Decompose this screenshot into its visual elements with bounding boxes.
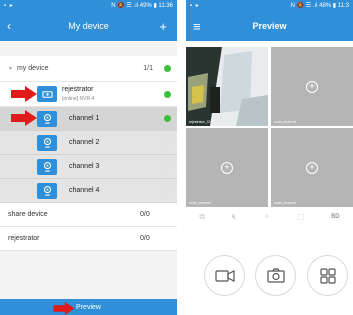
add-channel-icon: +: [221, 161, 233, 174]
title-bar: ≡ Preview: [186, 11, 353, 41]
row-label: rejestrator: [8, 235, 40, 242]
layout-button[interactable]: [307, 255, 348, 296]
expand-caret-icon: ▼: [8, 65, 13, 72]
video-cell-3[interactable]: + sone_channel: [186, 128, 268, 207]
record-button[interactable]: [204, 255, 245, 296]
status-bar: ▪ ▸ N 🔕 ☰ .ıl 49% ▮ 11:36: [0, 0, 177, 11]
preview-screen: ▪ ▸ N 🔕 ☰ .ıl 48% ▮ 11:3 ≡ Preview rejes…: [186, 0, 353, 315]
red-arrow-icon: [11, 110, 37, 126]
layout-grid-icon: [319, 267, 336, 284]
ptz-icon[interactable]: ✧: [264, 212, 271, 221]
offline-status-dot: [164, 139, 171, 146]
split-screen-icon[interactable]: ⧉: [199, 212, 205, 222]
device-status: [online] NVR-4: [62, 96, 95, 102]
camera-icon: [37, 158, 57, 175]
channel-row-4[interactable]: channel 4: [0, 179, 177, 203]
preview-grid: rejestrator_CH1 + sone_channel + sone_ch…: [186, 47, 353, 207]
video-cell-2[interactable]: + sone_channel: [271, 47, 353, 126]
channel-label: channel 4: [69, 187, 100, 194]
title-bar: ‹ My device +: [0, 11, 177, 41]
add-device-icon[interactable]: +: [159, 19, 167, 34]
camera-icon: [37, 134, 57, 151]
page-title: Preview: [252, 21, 287, 31]
preview-label: Preview: [76, 303, 101, 311]
group-count: 1/1: [143, 65, 153, 72]
status-indicators: N 🔕 ☰ .ıl 49% ▮ 11:36: [111, 3, 173, 9]
offline-status-dot: [164, 187, 171, 194]
video-cell-4[interactable]: + sone_channel: [271, 128, 353, 207]
preview-button[interactable]: Preview: [0, 299, 177, 315]
online-status-dot: [164, 115, 171, 122]
cell-caption: rejestrator_CH1: [189, 120, 214, 124]
record-icon: [214, 269, 235, 282]
preview-toolbar: ⧉ 🔇︎ ✧ ⬚ BD: [186, 208, 353, 225]
group-name: my device: [16, 65, 49, 72]
offline-status-dot: [164, 163, 171, 170]
camera-icon: [37, 110, 57, 127]
back-icon[interactable]: ‹: [7, 19, 11, 33]
channel-label: channel 3: [69, 163, 100, 170]
dvr-icon: [37, 86, 57, 102]
page-title: My device: [68, 21, 109, 31]
channel-label: channel 2: [69, 139, 100, 146]
snapshot-icon: [266, 268, 285, 283]
add-channel-icon: +: [306, 161, 318, 174]
online-status-dot: [164, 91, 171, 98]
device-list-screen: ▪ ▸ N 🔕 ☰ .ıl 49% ▮ 11:36 ‹ My device + …: [0, 0, 177, 315]
speaker-mute-icon[interactable]: 🔇︎: [232, 212, 237, 222]
cell-caption: sone_channel: [274, 201, 296, 205]
menu-icon[interactable]: ≡: [193, 19, 201, 34]
device-group-header[interactable]: ▼ my device 1/1: [0, 56, 177, 82]
cell-caption: sone_channel: [274, 120, 296, 124]
red-arrow-icon: [53, 302, 75, 315]
row-count: 0/0: [140, 235, 150, 242]
row-label: share device: [8, 211, 48, 218]
device-name: rejestrator: [62, 86, 94, 93]
status-bar: ▪ ▸ N 🔕 ☰ .ıl 48% ▮ 11:3: [186, 0, 353, 11]
channel-row-2[interactable]: channel 2: [0, 131, 177, 155]
cell-caption: sone_channel: [189, 201, 211, 205]
channel-row-3[interactable]: channel 3: [0, 155, 177, 179]
fullscreen-icon[interactable]: ⬚: [297, 212, 305, 221]
camera-feed-image: [186, 47, 268, 126]
notification-icons: ▪ ▸: [4, 3, 14, 9]
share-device-row[interactable]: share device 0/0: [0, 203, 177, 227]
video-cell-1[interactable]: rejestrator_CH1: [186, 47, 268, 126]
notification-icons: ▪ ▸: [190, 3, 200, 9]
channel-label: channel 1: [69, 115, 100, 122]
online-status-dot: [164, 65, 171, 72]
row-count: 0/0: [140, 211, 150, 218]
add-channel-icon: +: [306, 80, 318, 93]
snapshot-button[interactable]: [255, 255, 296, 296]
status-indicators: N 🔕 ☰ .ıl 48% ▮ 11:3: [290, 3, 349, 9]
camera-icon: [37, 182, 57, 199]
red-arrow-icon: [11, 86, 37, 102]
device-row-2[interactable]: rejestrator 0/0: [0, 227, 177, 251]
quality-toggle[interactable]: BD: [331, 214, 339, 220]
